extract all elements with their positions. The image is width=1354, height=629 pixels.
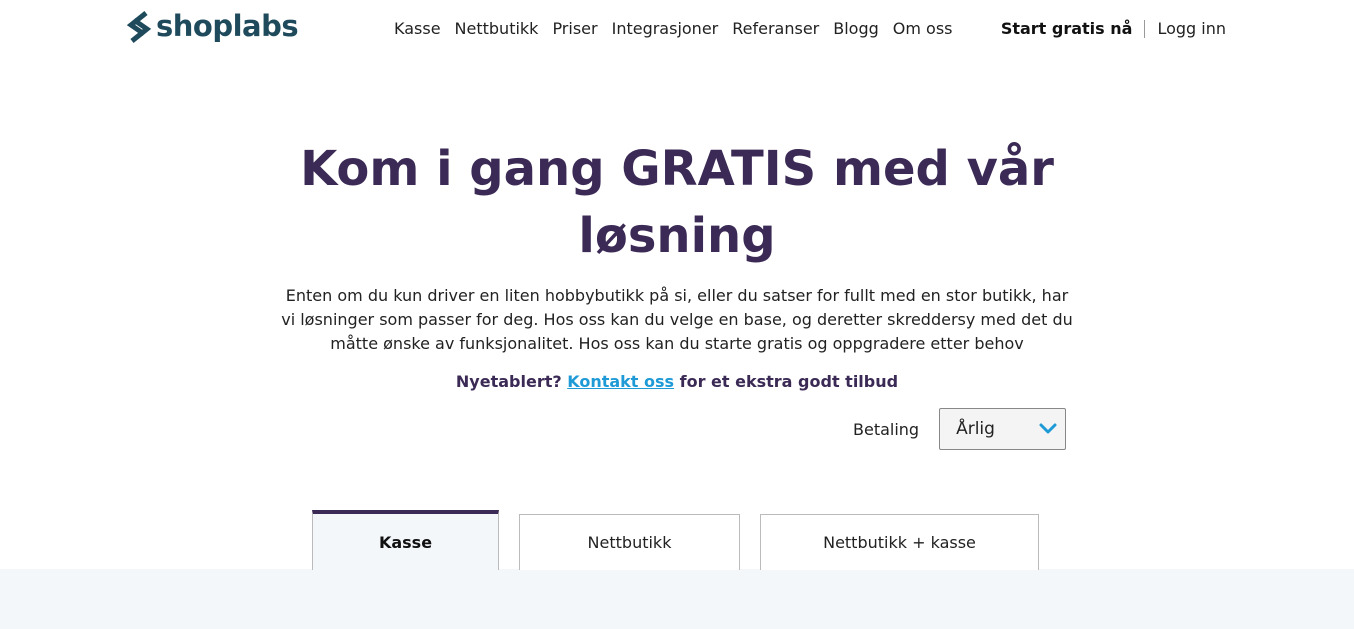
- contact-link[interactable]: Kontakt oss: [567, 372, 674, 391]
- product-tabs: Kasse Nettbutikk Nettbutikk + kasse: [0, 510, 1354, 570]
- payment-selector: Betaling Årlig: [853, 408, 1067, 450]
- page-title-line-2: løsning: [578, 208, 776, 264]
- promo-text: Nyetablert? Kontakt oss for et ekstra go…: [0, 371, 1354, 393]
- tab-kasse-label: Kasse: [378, 532, 433, 552]
- tab-nettbutikk-label: Nettbutikk: [587, 533, 672, 552]
- chevron-down-icon: [1039, 423, 1057, 434]
- promo-suffix: for et ekstra godt tilbud: [679, 372, 899, 391]
- hero-description: Enten om du kun driver en liten hobbybut…: [281, 286, 1073, 353]
- nav-item-blogg[interactable]: Blogg: [833, 18, 879, 40]
- payment-label: Betaling: [853, 419, 920, 439]
- nav-item-integrasjoner[interactable]: Integrasjoner: [612, 18, 719, 40]
- nav-item-referanser[interactable]: Referanser: [732, 18, 819, 40]
- logo[interactable]: shoplabs: [124, 6, 299, 48]
- promo-prefix: Nyetablert?: [455, 372, 562, 391]
- tab-nettbutikk[interactable]: Nettbutikk: [519, 514, 740, 570]
- tab-nettbutikk-kasse[interactable]: Nettbutikk + kasse: [760, 514, 1039, 570]
- tab-content-area: [0, 569, 1354, 629]
- tab-kasse[interactable]: Kasse: [312, 510, 499, 570]
- login-link[interactable]: Logg inn: [1157, 18, 1226, 40]
- tab-nettbutikk-kasse-label: Nettbutikk + kasse: [823, 533, 976, 552]
- nav-item-kasse[interactable]: Kasse: [394, 18, 441, 40]
- nav-item-priser[interactable]: Priser: [552, 18, 597, 40]
- shoplabs-logo-icon: [126, 11, 152, 43]
- payment-interval-select[interactable]: Årlig: [939, 408, 1067, 450]
- main-nav: Kasse Nettbutikk Priser Integrasjoner Re…: [394, 18, 967, 40]
- start-free-link[interactable]: Start gratis nå: [1001, 18, 1133, 40]
- page-title: Kom i gang GRATIS med vår løsning: [0, 136, 1354, 270]
- payment-selected-value: Årlig: [956, 419, 995, 439]
- divider: [1144, 20, 1146, 38]
- logo-text: shoplabs: [156, 8, 299, 43]
- site-header: shoplabs Kasse Nettbutikk Priser Integra…: [0, 0, 1354, 58]
- nav-item-nettbutikk[interactable]: Nettbutikk: [455, 18, 539, 40]
- page-title-line-1: Kom i gang GRATIS med vår: [300, 141, 1054, 197]
- nav-item-om-oss[interactable]: Om oss: [893, 18, 953, 40]
- auth-links: Start gratis nå Logg inn: [1001, 18, 1226, 40]
